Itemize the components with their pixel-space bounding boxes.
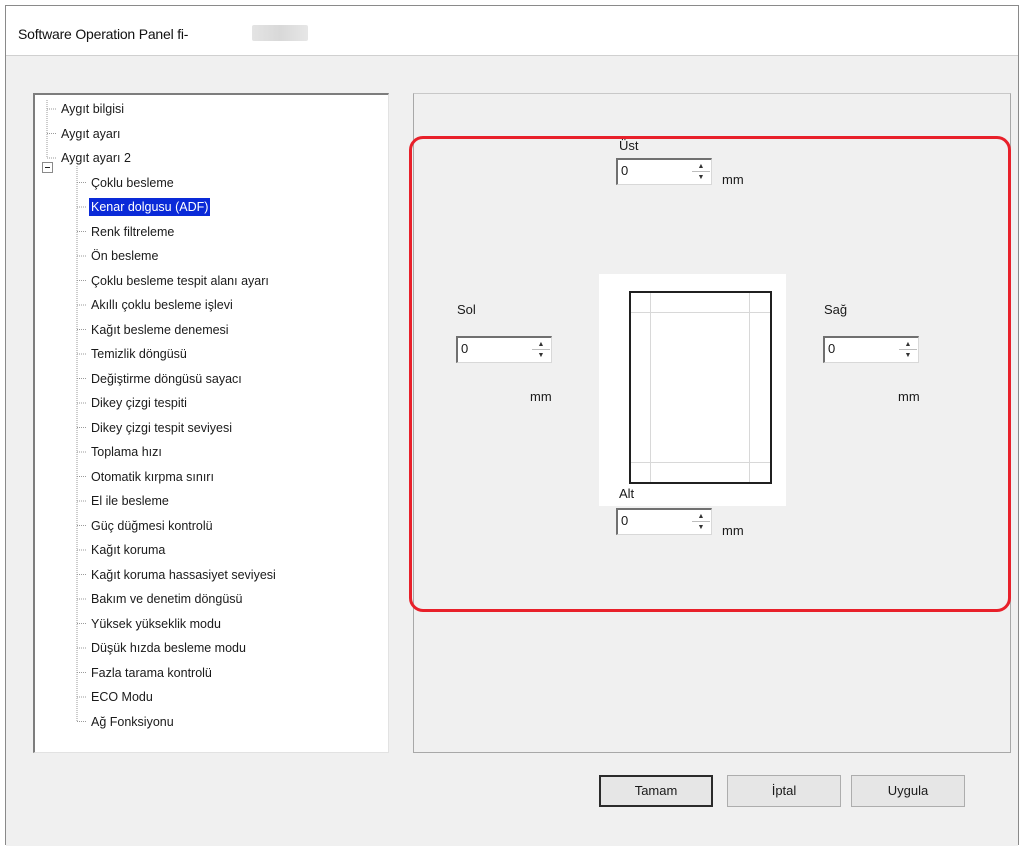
- title-bar[interactable]: Software Operation Panel fi-: [6, 6, 1018, 55]
- tree-item[interactable]: Temizlik döngüsü: [89, 345, 189, 363]
- model-number-redacted: [252, 25, 308, 41]
- ok-button[interactable]: Tamam: [599, 775, 713, 807]
- apply-button[interactable]: Uygula: [851, 775, 965, 807]
- tree-item[interactable]: Dikey çizgi tespiti: [89, 394, 189, 412]
- tree-item[interactable]: Aygıt ayarı 2: [59, 149, 133, 167]
- tree-item[interactable]: Çoklu besleme: [89, 174, 176, 192]
- tree-item[interactable]: Çoklu besleme tespit alanı ayarı: [89, 272, 271, 290]
- tree-item[interactable]: Güç düğmesi kontrolü: [89, 517, 215, 535]
- tree-item[interactable]: Ağ Fonksiyonu: [89, 713, 176, 731]
- tree-item[interactable]: Toplama hızı: [89, 443, 164, 461]
- tree-item[interactable]: Aygıt bilgisi: [59, 100, 126, 118]
- highlight-frame: [409, 136, 1011, 612]
- tree-item[interactable]: Kağıt koruma hassasiyet seviyesi: [89, 566, 278, 584]
- tree-item[interactable]: El ile besleme: [89, 492, 171, 510]
- cancel-button[interactable]: İptal: [727, 775, 841, 807]
- window-title: Software Operation Panel fi-: [18, 26, 189, 42]
- tree-item[interactable]: Akıllı çoklu besleme işlevi: [89, 296, 235, 314]
- tree-item[interactable]: Aygıt ayarı: [59, 125, 123, 143]
- settings-tree[interactable]: Aygıt bilgisi Aygıt ayarı Aygıt ayarı 2 Çok…: [33, 93, 389, 753]
- tree-item[interactable]: Bakım ve denetim döngüsü: [89, 590, 244, 608]
- tree-item[interactable]: Otomatik kırpma sınırı: [89, 468, 216, 486]
- tree-item[interactable]: Değiştirme döngüsü sayacı: [89, 370, 244, 388]
- tree-item[interactable]: Düşük hızda besleme modu: [89, 639, 248, 657]
- tree-item[interactable]: Renk filtreleme: [89, 223, 176, 241]
- tree-item[interactable]: Yüksek yükseklik modu: [89, 615, 223, 633]
- tree-item[interactable]: Kenar dolgusu (ADF): [89, 198, 211, 216]
- collapse-toggle-icon[interactable]: [42, 162, 53, 173]
- tree-item[interactable]: Fazla tarama kontrolü: [89, 664, 214, 682]
- software-operation-panel-window: Software Operation Panel fi- Aygıt bilgi…: [5, 5, 1019, 846]
- tree-item[interactable]: Kağıt koruma: [89, 541, 167, 559]
- tree-item[interactable]: ECO Modu: [89, 688, 155, 706]
- tree-item[interactable]: Dikey çizgi tespit seviyesi: [89, 419, 234, 437]
- tree-item[interactable]: Ön besleme: [89, 247, 160, 265]
- dialog-client-area: Aygıt bilgisi Aygıt ayarı Aygıt ayarı 2 Çok…: [6, 55, 1018, 846]
- tree-item[interactable]: Kağıt besleme denemesi: [89, 321, 231, 339]
